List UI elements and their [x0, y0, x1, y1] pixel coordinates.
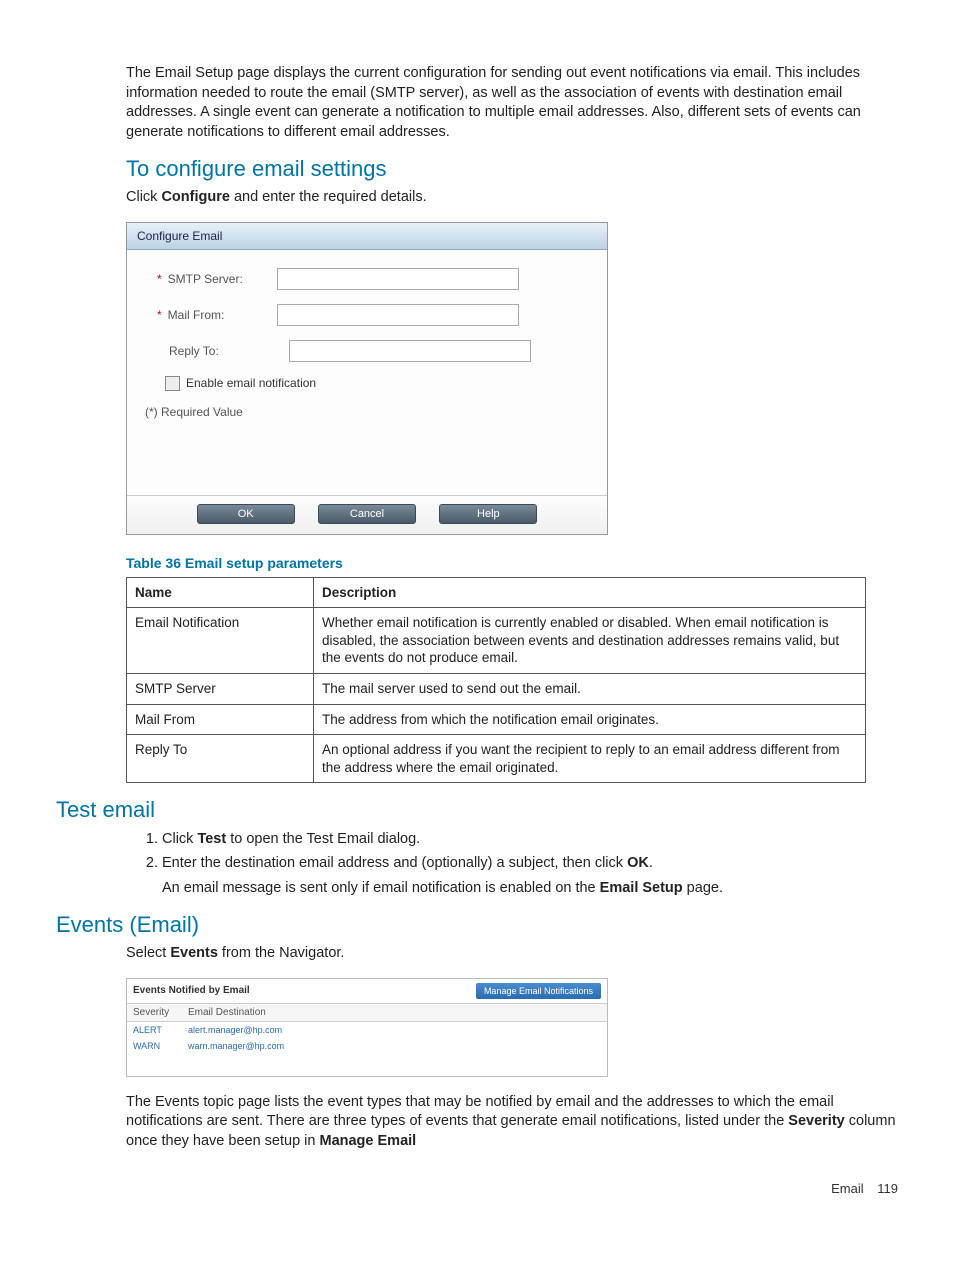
dialog-title: Configure Email [127, 223, 607, 250]
required-marker-icon: * [157, 308, 162, 322]
table-row: WARN warn.manager@hp.com [127, 1038, 607, 1054]
th-name: Name [127, 577, 314, 608]
events-notified-screenshot: Events Notified by Email Manage Email No… [126, 978, 608, 1077]
reply-to-label: Reply To: [169, 344, 219, 358]
required-marker-icon: * [157, 272, 162, 286]
table-row: ALERT alert.manager@hp.com [127, 1022, 607, 1038]
test-email-steps: Click Test to open the Test Email dialog… [148, 829, 898, 898]
page-footer: Email 119 [56, 1181, 898, 1196]
manage-email-notifications-button[interactable]: Manage Email Notifications [476, 983, 601, 999]
table-row: Mail From The address from which the not… [127, 704, 866, 735]
table-row: Reply To An optional address if you want… [127, 735, 866, 783]
footer-section: Email [831, 1181, 864, 1196]
mail-from-input[interactable] [277, 304, 519, 326]
heading-configure: To configure email settings [126, 156, 898, 182]
enable-email-checkbox[interactable] [165, 376, 180, 391]
help-button[interactable]: Help [439, 504, 537, 524]
events-paragraph: The Events topic page lists the event ty… [126, 1093, 898, 1152]
mail-from-label: Mail From: [168, 308, 225, 322]
th-severity: Severity [133, 1007, 188, 1018]
heading-events-email: Events (Email) [56, 912, 898, 938]
smtp-label: SMTP Server: [168, 272, 243, 286]
smtp-server-input[interactable] [277, 268, 519, 290]
events-instruction: Select Events from the Navigator. [126, 944, 898, 964]
configure-email-dialog-screenshot: Configure Email * SMTP Server: * Mail From… [126, 222, 898, 535]
intro-paragraph: The Email Setup page displays the curren… [126, 64, 898, 142]
footer-page-number: 119 [877, 1181, 898, 1196]
th-description: Description [314, 577, 866, 608]
heading-test-email: Test email [56, 797, 898, 823]
list-item: Click Test to open the Test Email dialog… [162, 829, 898, 849]
list-item: Enter the destination email address and … [162, 853, 898, 898]
th-email-destination: Email Destination [188, 1007, 266, 1018]
table-row: Email Notification Whether email notific… [127, 608, 866, 674]
table-row: SMTP Server The mail server used to send… [127, 674, 866, 705]
configure-instruction: Click Configure and enter the required d… [126, 188, 898, 208]
email-setup-params-table: Name Description Email Notification Whet… [126, 577, 866, 783]
reply-to-input[interactable] [289, 340, 531, 362]
table-caption: Table 36 Email setup parameters [126, 555, 898, 571]
required-note: (*) Required Value [145, 405, 591, 419]
enable-email-label: Enable email notification [186, 376, 316, 390]
events-panel-title: Events Notified by Email [133, 985, 476, 996]
cancel-button[interactable]: Cancel [318, 504, 416, 524]
ok-button[interactable]: OK [197, 504, 295, 524]
